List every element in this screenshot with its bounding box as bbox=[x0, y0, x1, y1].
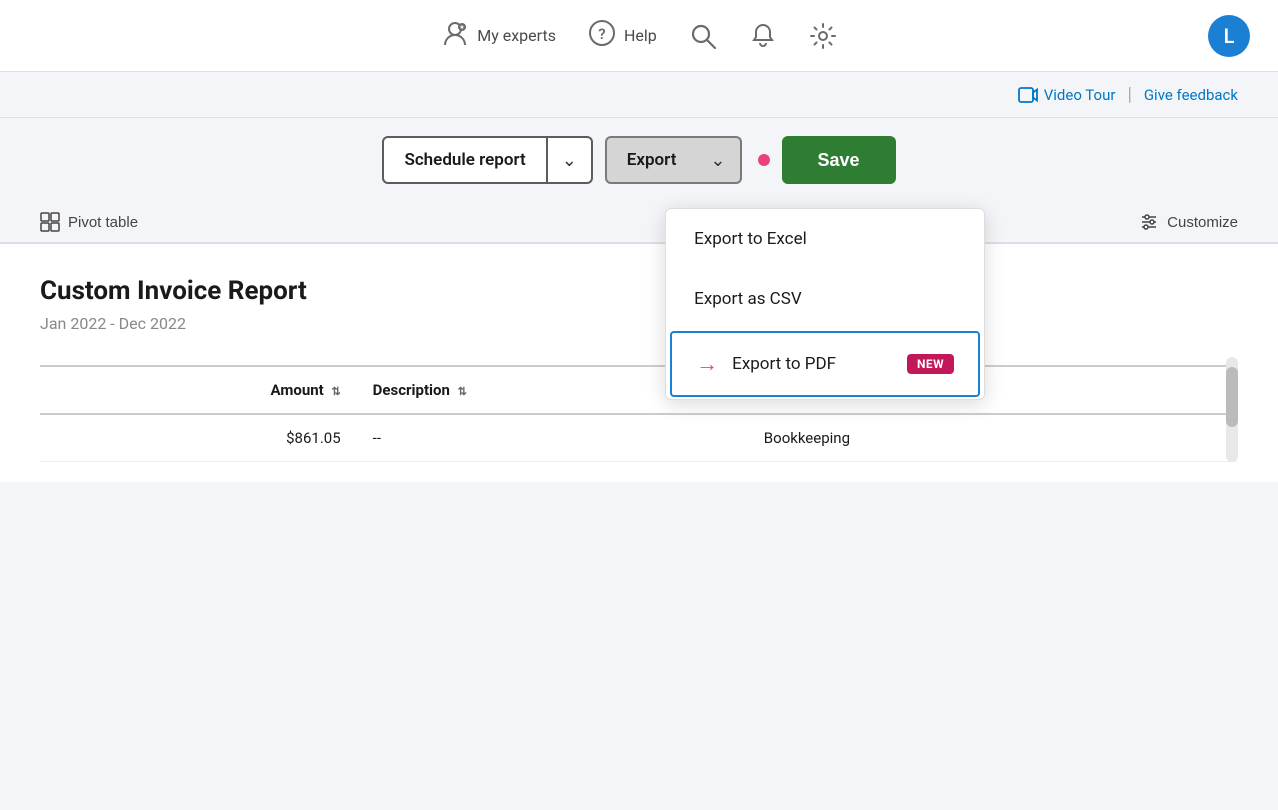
svg-text:★: ★ bbox=[460, 24, 465, 31]
export-caret-icon[interactable]: ⌄ bbox=[696, 138, 739, 182]
pivot-table-button[interactable]: Pivot table bbox=[40, 212, 138, 232]
svg-text:?: ? bbox=[598, 25, 605, 43]
my-experts-label: My experts bbox=[477, 26, 556, 45]
export-excel-item[interactable]: Export to Excel bbox=[666, 209, 984, 269]
arrow-indicator-icon: → bbox=[696, 351, 718, 377]
sub-header-divider: | bbox=[1127, 84, 1131, 105]
report-title: Custom Invoice Report bbox=[40, 276, 1238, 306]
my-experts-nav[interactable]: ★ My experts bbox=[441, 19, 556, 53]
report-toolbar: Pivot table Customize bbox=[0, 202, 1278, 243]
export-csv-label: Export as CSV bbox=[694, 289, 802, 309]
gear-icon bbox=[809, 22, 837, 50]
export-csv-item[interactable]: Export as CSV bbox=[666, 269, 984, 329]
toolbar: Schedule report ⌄ Export ⌄ Export to Exc… bbox=[0, 118, 1278, 202]
top-nav: ★ My experts ? Help L bbox=[0, 0, 1278, 72]
product-service-cell: Bookkeeping bbox=[748, 414, 1238, 462]
help-nav[interactable]: ? Help bbox=[588, 19, 657, 53]
schedule-report-caret-icon[interactable]: ⌄ bbox=[546, 138, 591, 182]
description-sort-icon: ⇅ bbox=[458, 385, 467, 398]
help-label: Help bbox=[624, 26, 657, 45]
export-label: Export bbox=[607, 150, 697, 170]
customize-icon bbox=[1139, 212, 1159, 232]
video-tour-label: Video Tour bbox=[1044, 86, 1116, 104]
export-button[interactable]: Export ⌄ bbox=[605, 136, 742, 184]
new-badge: NEW bbox=[907, 354, 954, 374]
help-icon: ? bbox=[588, 19, 616, 53]
table-row: $861.05 -- Bookkeeping bbox=[40, 414, 1238, 462]
customize-label: Customize bbox=[1167, 214, 1238, 231]
save-button[interactable]: Save bbox=[782, 136, 896, 184]
pivot-icon bbox=[40, 212, 60, 232]
amount-sort-icon: ⇅ bbox=[331, 385, 340, 398]
scroll-bar[interactable] bbox=[1226, 357, 1238, 462]
description-header-label: Description bbox=[373, 381, 450, 399]
report-period: Jan 2022 - Dec 2022 bbox=[40, 314, 1238, 333]
export-pdf-item[interactable]: → Export to PDF NEW bbox=[670, 331, 980, 397]
schedule-report-button[interactable]: Schedule report ⌄ bbox=[382, 136, 592, 184]
unsaved-changes-indicator bbox=[758, 154, 770, 166]
export-pdf-label: Export to PDF bbox=[732, 354, 836, 374]
notifications-nav[interactable] bbox=[749, 22, 777, 50]
settings-nav[interactable] bbox=[809, 22, 837, 50]
scroll-thumb[interactable] bbox=[1226, 367, 1238, 427]
amount-header-label: Amount bbox=[271, 381, 324, 399]
report-table: Amount ⇅ Description ⇅ Product/Service ⇅… bbox=[40, 365, 1238, 462]
sub-header: Video Tour | Give feedback bbox=[0, 72, 1278, 118]
pivot-table-label: Pivot table bbox=[68, 214, 138, 231]
video-tour-link[interactable]: Video Tour bbox=[1018, 86, 1116, 104]
description-cell: -- bbox=[357, 414, 748, 462]
table-header-row: Amount ⇅ Description ⇅ Product/Service ⇅ bbox=[40, 366, 1238, 414]
export-excel-label: Export to Excel bbox=[694, 229, 807, 249]
video-tour-icon bbox=[1018, 87, 1038, 103]
bell-icon bbox=[749, 22, 777, 50]
report-content: Custom Invoice Report Jan 2022 - Dec 202… bbox=[0, 243, 1278, 482]
customize-button[interactable]: Customize bbox=[1139, 212, 1238, 232]
avatar[interactable]: L bbox=[1208, 15, 1250, 57]
search-icon bbox=[689, 22, 717, 50]
export-dropdown: Export to Excel Export as CSV → Export t… bbox=[665, 208, 985, 400]
amount-column-header[interactable]: Amount ⇅ bbox=[40, 366, 357, 414]
search-nav[interactable] bbox=[689, 22, 717, 50]
give-feedback-label: Give feedback bbox=[1144, 86, 1238, 104]
table-scroll-container: Amount ⇅ Description ⇅ Product/Service ⇅… bbox=[40, 357, 1238, 462]
schedule-report-label: Schedule report bbox=[384, 150, 545, 170]
give-feedback-link[interactable]: Give feedback bbox=[1144, 86, 1238, 104]
my-experts-icon: ★ bbox=[441, 19, 469, 53]
amount-cell: $861.05 bbox=[40, 414, 357, 462]
